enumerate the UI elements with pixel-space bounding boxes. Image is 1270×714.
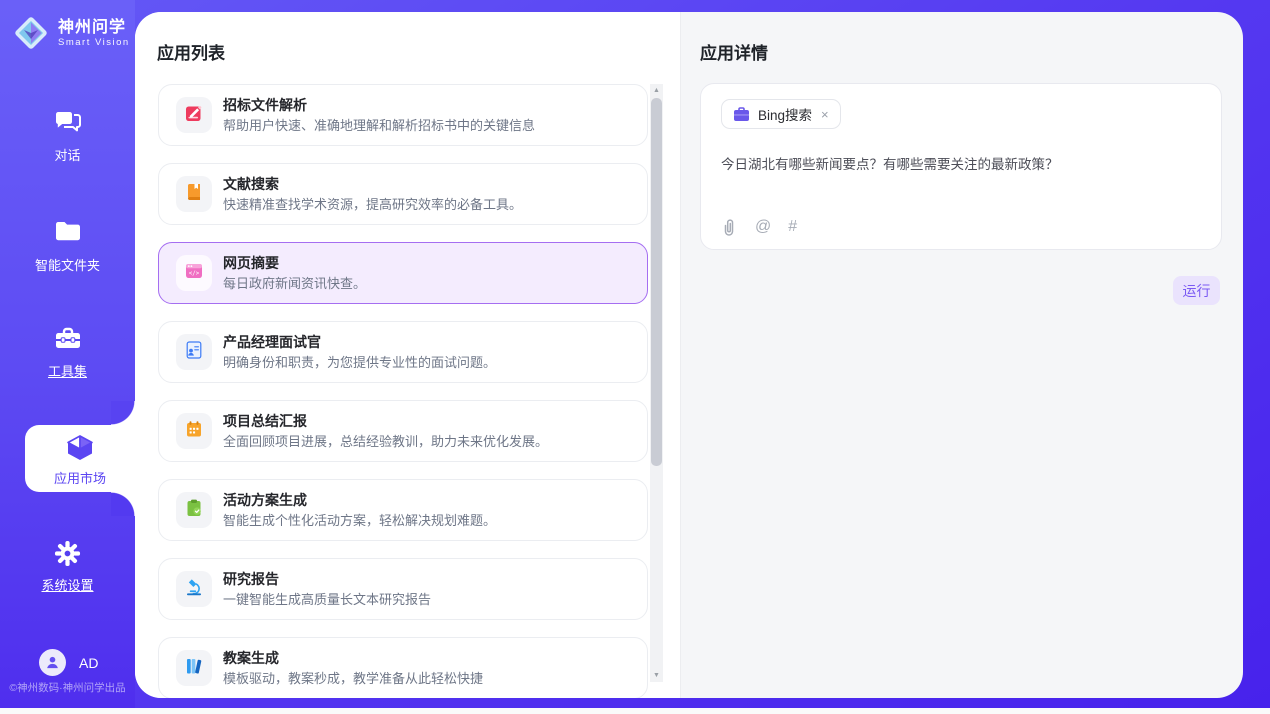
app-detail-panel: 应用详情 Bing搜索 × 今日湖北有哪些新闻要点？有哪些需要关注的最新政策？ xyxy=(680,12,1243,698)
app-card-title: 研究报告 xyxy=(223,569,633,589)
sidebar-item-3[interactable]: 工具集 xyxy=(0,326,135,381)
sidebar-item-label: 应用市场 xyxy=(54,471,106,486)
app-card-title: 项目总结汇报 xyxy=(223,411,633,431)
brand-subtitle: Smart Vision xyxy=(58,37,130,48)
sidebar: 神州问学 Smart Vision 对话 智能文件夹 工具集 应用市场 系统设置… xyxy=(0,0,135,708)
sidebar-item-1[interactable]: 对话 xyxy=(0,110,135,165)
main-content: 应用列表 招标文件解析 帮助用户快速、准确地理解和解析招标书中的关键信息 文献搜… xyxy=(135,12,1243,698)
app-icon-tile xyxy=(176,176,212,212)
clipboard-check-icon xyxy=(184,498,204,523)
app-card-desc: 快速精准查找学术资源，提高研究效率的必备工具。 xyxy=(223,195,633,215)
app-card-desc: 每日政府新闻资讯快查。 xyxy=(223,274,633,294)
sidebar-item-4[interactable]: 应用市场 xyxy=(25,425,135,492)
user-initials: AD xyxy=(79,655,98,671)
sidebar-item-2[interactable]: 智能文件夹 xyxy=(0,220,135,275)
app-list-panel: 应用列表 招标文件解析 帮助用户快速、准确地理解和解析招标书中的关键信息 文献搜… xyxy=(135,12,680,698)
close-icon[interactable]: × xyxy=(821,107,829,122)
brand: 神州问学 Smart Vision xyxy=(12,14,130,52)
app-card-title: 文献搜索 xyxy=(223,174,633,194)
webpage-icon: </> xyxy=(184,261,204,286)
sidebar-item-label: 系统设置 xyxy=(41,578,93,593)
mention-icon[interactable]: @ xyxy=(755,217,771,237)
scrollbar[interactable]: ▲ ▼ xyxy=(650,84,663,682)
research-icon xyxy=(184,577,204,602)
app-card-desc: 明确身份和职责，为您提供专业性的面试问题。 xyxy=(223,353,633,373)
prompt-input[interactable]: 今日湖北有哪些新闻要点？有哪些需要关注的最新政策？ xyxy=(721,155,1201,174)
app-card-8[interactable]: 教案生成 模板驱动，教案秒成，教学准备从此轻松快捷 xyxy=(158,637,648,698)
app-list-title: 应用列表 xyxy=(157,39,225,64)
app-icon-tile xyxy=(176,413,212,449)
calendar-note-icon xyxy=(184,419,204,444)
run-row: 运行 xyxy=(700,276,1222,305)
run-button[interactable]: 运行 xyxy=(1173,276,1220,305)
tool-tag-label: Bing搜索 xyxy=(758,104,812,124)
app-icon-tile: </> xyxy=(176,255,212,291)
app-icon-tile xyxy=(176,492,212,528)
logo-icon xyxy=(12,14,50,52)
app-detail-title: 应用详情 xyxy=(700,39,1222,64)
briefcase-icon xyxy=(733,107,750,122)
app-card-7[interactable]: 研究报告 一键智能生成高质量长文本研究报告 xyxy=(158,558,648,620)
avatar xyxy=(39,649,66,676)
input-toolbar: @ # xyxy=(720,217,797,237)
books-icon xyxy=(184,656,204,681)
app-card-title: 招标文件解析 xyxy=(223,95,633,115)
app-window: 神州问学 Smart Vision 对话 智能文件夹 工具集 应用市场 系统设置… xyxy=(0,0,1270,708)
prompt-card[interactable]: Bing搜索 × 今日湖北有哪些新闻要点？有哪些需要关注的最新政策？ @ # xyxy=(700,83,1222,250)
sidebar-item-5[interactable]: 系统设置 xyxy=(0,540,135,595)
app-card-2[interactable]: 文献搜索 快速精准查找学术资源，提高研究效率的必备工具。 xyxy=(158,163,648,225)
folder-icon xyxy=(0,220,135,248)
app-card-6[interactable]: 活动方案生成 智能生成个性化活动方案，轻松解决规划难题。 xyxy=(158,479,648,541)
book-icon xyxy=(184,182,204,207)
person-icon xyxy=(45,655,60,670)
cube-icon xyxy=(25,433,135,461)
scrollbar-thumb[interactable] xyxy=(651,98,662,466)
app-icon-tile xyxy=(176,650,212,686)
chat-icon xyxy=(0,110,135,138)
attachment-icon[interactable] xyxy=(720,217,738,237)
app-icon-tile xyxy=(176,97,212,133)
app-icon-tile xyxy=(176,571,212,607)
app-card-title: 产品经理面试官 xyxy=(223,332,633,352)
app-card-title: 网页摘要 xyxy=(223,253,633,273)
user-account[interactable]: AD xyxy=(39,649,98,676)
brand-name: 神州问学 xyxy=(58,18,130,37)
app-card-3[interactable]: </> 网页摘要 每日政府新闻资讯快查。 xyxy=(158,242,648,304)
toolbox-icon xyxy=(0,326,135,354)
gear-icon xyxy=(0,540,135,568)
app-card-desc: 一键智能生成高质量长文本研究报告 xyxy=(223,590,633,610)
app-card-5[interactable]: 项目总结汇报 全面回顾项目进展，总结经验教训，助力未来优化发展。 xyxy=(158,400,648,462)
tool-tag-bing-search[interactable]: Bing搜索 × xyxy=(721,99,841,129)
app-card-title: 活动方案生成 xyxy=(223,490,633,510)
sidebar-item-label: 智能文件夹 xyxy=(35,258,100,273)
svg-text:</>: </> xyxy=(189,270,200,276)
app-card-desc: 智能生成个性化活动方案，轻松解决规划难题。 xyxy=(223,511,633,531)
doc-edit-icon xyxy=(184,103,204,128)
copyright-text: ©神州数码·神州问学出品 xyxy=(0,680,135,695)
app-card-desc: 全面回顾项目进展，总结经验教训，助力未来优化发展。 xyxy=(223,432,633,452)
app-card-list: 招标文件解析 帮助用户快速、准确地理解和解析招标书中的关键信息 文献搜索 快速精… xyxy=(158,84,648,698)
sidebar-item-label: 工具集 xyxy=(48,364,87,379)
interviewer-icon xyxy=(184,340,204,365)
scroll-up-icon[interactable]: ▲ xyxy=(650,84,663,97)
app-card-1[interactable]: 招标文件解析 帮助用户快速、准确地理解和解析招标书中的关键信息 xyxy=(158,84,648,146)
app-icon-tile xyxy=(176,334,212,370)
app-card-4[interactable]: 产品经理面试官 明确身份和职责，为您提供专业性的面试问题。 xyxy=(158,321,648,383)
app-card-desc: 模板驱动，教案秒成，教学准备从此轻松快捷 xyxy=(223,669,633,689)
app-card-title: 教案生成 xyxy=(223,648,633,668)
hash-icon[interactable]: # xyxy=(788,217,797,237)
scroll-down-icon[interactable]: ▼ xyxy=(650,669,663,682)
app-card-desc: 帮助用户快速、准确地理解和解析招标书中的关键信息 xyxy=(223,116,633,136)
sidebar-item-label: 对话 xyxy=(54,148,80,163)
